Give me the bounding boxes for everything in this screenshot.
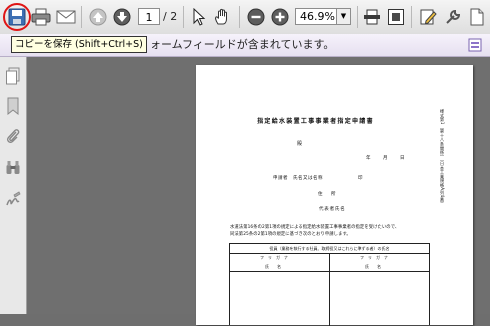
previous-page-button[interactable] (86, 5, 110, 29)
next-page-button[interactable] (110, 5, 134, 29)
binoculars-icon[interactable] (5, 159, 21, 177)
signature-icon[interactable] (5, 191, 21, 209)
hand-tool-button[interactable] (210, 5, 234, 29)
form-icon[interactable] (468, 38, 482, 52)
bookmark-icon[interactable] (5, 97, 21, 115)
officers-table: 役員（業務を執行する社員、取締役又はこれらに準ずる者）の氏名 フ リ ガ ナ フ… (229, 243, 430, 326)
representative-label: 代表者氏名 (319, 207, 346, 212)
save-tooltip: コピーを保存 (Shift+Ctrl+S) (11, 36, 147, 53)
hand-icon (215, 8, 227, 25)
pencil-page-icon (420, 9, 437, 25)
paperclip-icon[interactable] (5, 127, 21, 145)
document-viewport[interactable]: 指定給水装置工事事業者指定申請書 様式第1（第十八条関係）（日本工業規格A列4番… (27, 57, 490, 326)
main-toolbar: 1 / 2 46.9% ▼ (0, 0, 490, 35)
address-label: 住 所 (318, 192, 338, 197)
toolbar-separator (357, 6, 358, 28)
chevron-down-icon[interactable]: ▼ (336, 9, 350, 24)
fit-page-icon (388, 9, 404, 25)
print-button[interactable] (29, 5, 53, 29)
email-button[interactable] (54, 5, 78, 29)
applicant-line: 申請者 氏名又は名称 印 (273, 176, 363, 181)
table-rule (230, 271, 429, 272)
furigana-label-right: フ リ ガ ナ (360, 255, 388, 260)
zoom-value: 46.9% (300, 10, 335, 23)
envelope-icon (56, 10, 76, 24)
date-line: 年 月 日 (366, 156, 409, 161)
zoom-out-button[interactable] (244, 5, 268, 29)
toolbar-separator (411, 6, 412, 28)
name-label-right: 氏 名 (365, 264, 381, 269)
select-tool-button[interactable] (187, 5, 211, 29)
furigana-label-left: フ リ ガ ナ (260, 255, 288, 260)
pdf-page: 指定給水装置工事事業者指定申請書 様式第1（第十八条関係）（日本工業規格A列4番… (196, 65, 473, 326)
save-highlight-circle (3, 3, 31, 31)
table-header: 役員（業務を執行する社員、取締役又はこれらに準ずる者）の氏名 (269, 246, 390, 251)
comment-button[interactable] (465, 5, 489, 29)
page-number-input[interactable]: 1 (138, 8, 160, 25)
fit-width-icon (364, 9, 380, 25)
zoom-level-select[interactable]: 46.9% ▼ (295, 8, 351, 25)
table-column-divider (329, 253, 330, 326)
fit-page-button[interactable] (384, 5, 408, 29)
cursor-arrow-icon (193, 8, 206, 26)
form-number-vertical: 様式第1（第十八条関係）（日本工業規格A列4番） (440, 109, 445, 207)
toolbar-separator (183, 6, 184, 28)
print-icon (31, 8, 51, 26)
zoom-in-button[interactable] (268, 5, 292, 29)
plus-circle-icon (271, 8, 289, 26)
name-label-left: 氏 名 (265, 264, 281, 269)
wrench-icon (446, 9, 461, 24)
pages-icon[interactable] (5, 67, 21, 85)
fit-width-button[interactable] (360, 5, 384, 29)
edit-button[interactable] (416, 5, 440, 29)
page-icon (470, 8, 484, 26)
arrow-up-circle-icon (89, 8, 107, 26)
minus-circle-icon (247, 8, 265, 26)
page-total-label: / 2 (163, 10, 178, 23)
arrow-down-circle-icon (113, 8, 131, 26)
body-line-1: 水道法第16条の2第1項の規定による指定給水装置工事事業者の指定を受けたいので、 (230, 225, 400, 230)
sign-button[interactable] (441, 5, 465, 29)
toolbar-separator (239, 6, 240, 28)
document-title: 指定給水装置工事事業者指定申請書 (257, 118, 374, 125)
notification-text: ォームフィールドが含まれています。 (150, 38, 335, 51)
navigation-pane (0, 57, 27, 314)
addressee: 殿 (297, 141, 303, 147)
toolbar-separator (81, 6, 82, 28)
body-line-2: 同法第25条の2第1項の規定に基づき次のとおり申請します。 (230, 232, 351, 237)
